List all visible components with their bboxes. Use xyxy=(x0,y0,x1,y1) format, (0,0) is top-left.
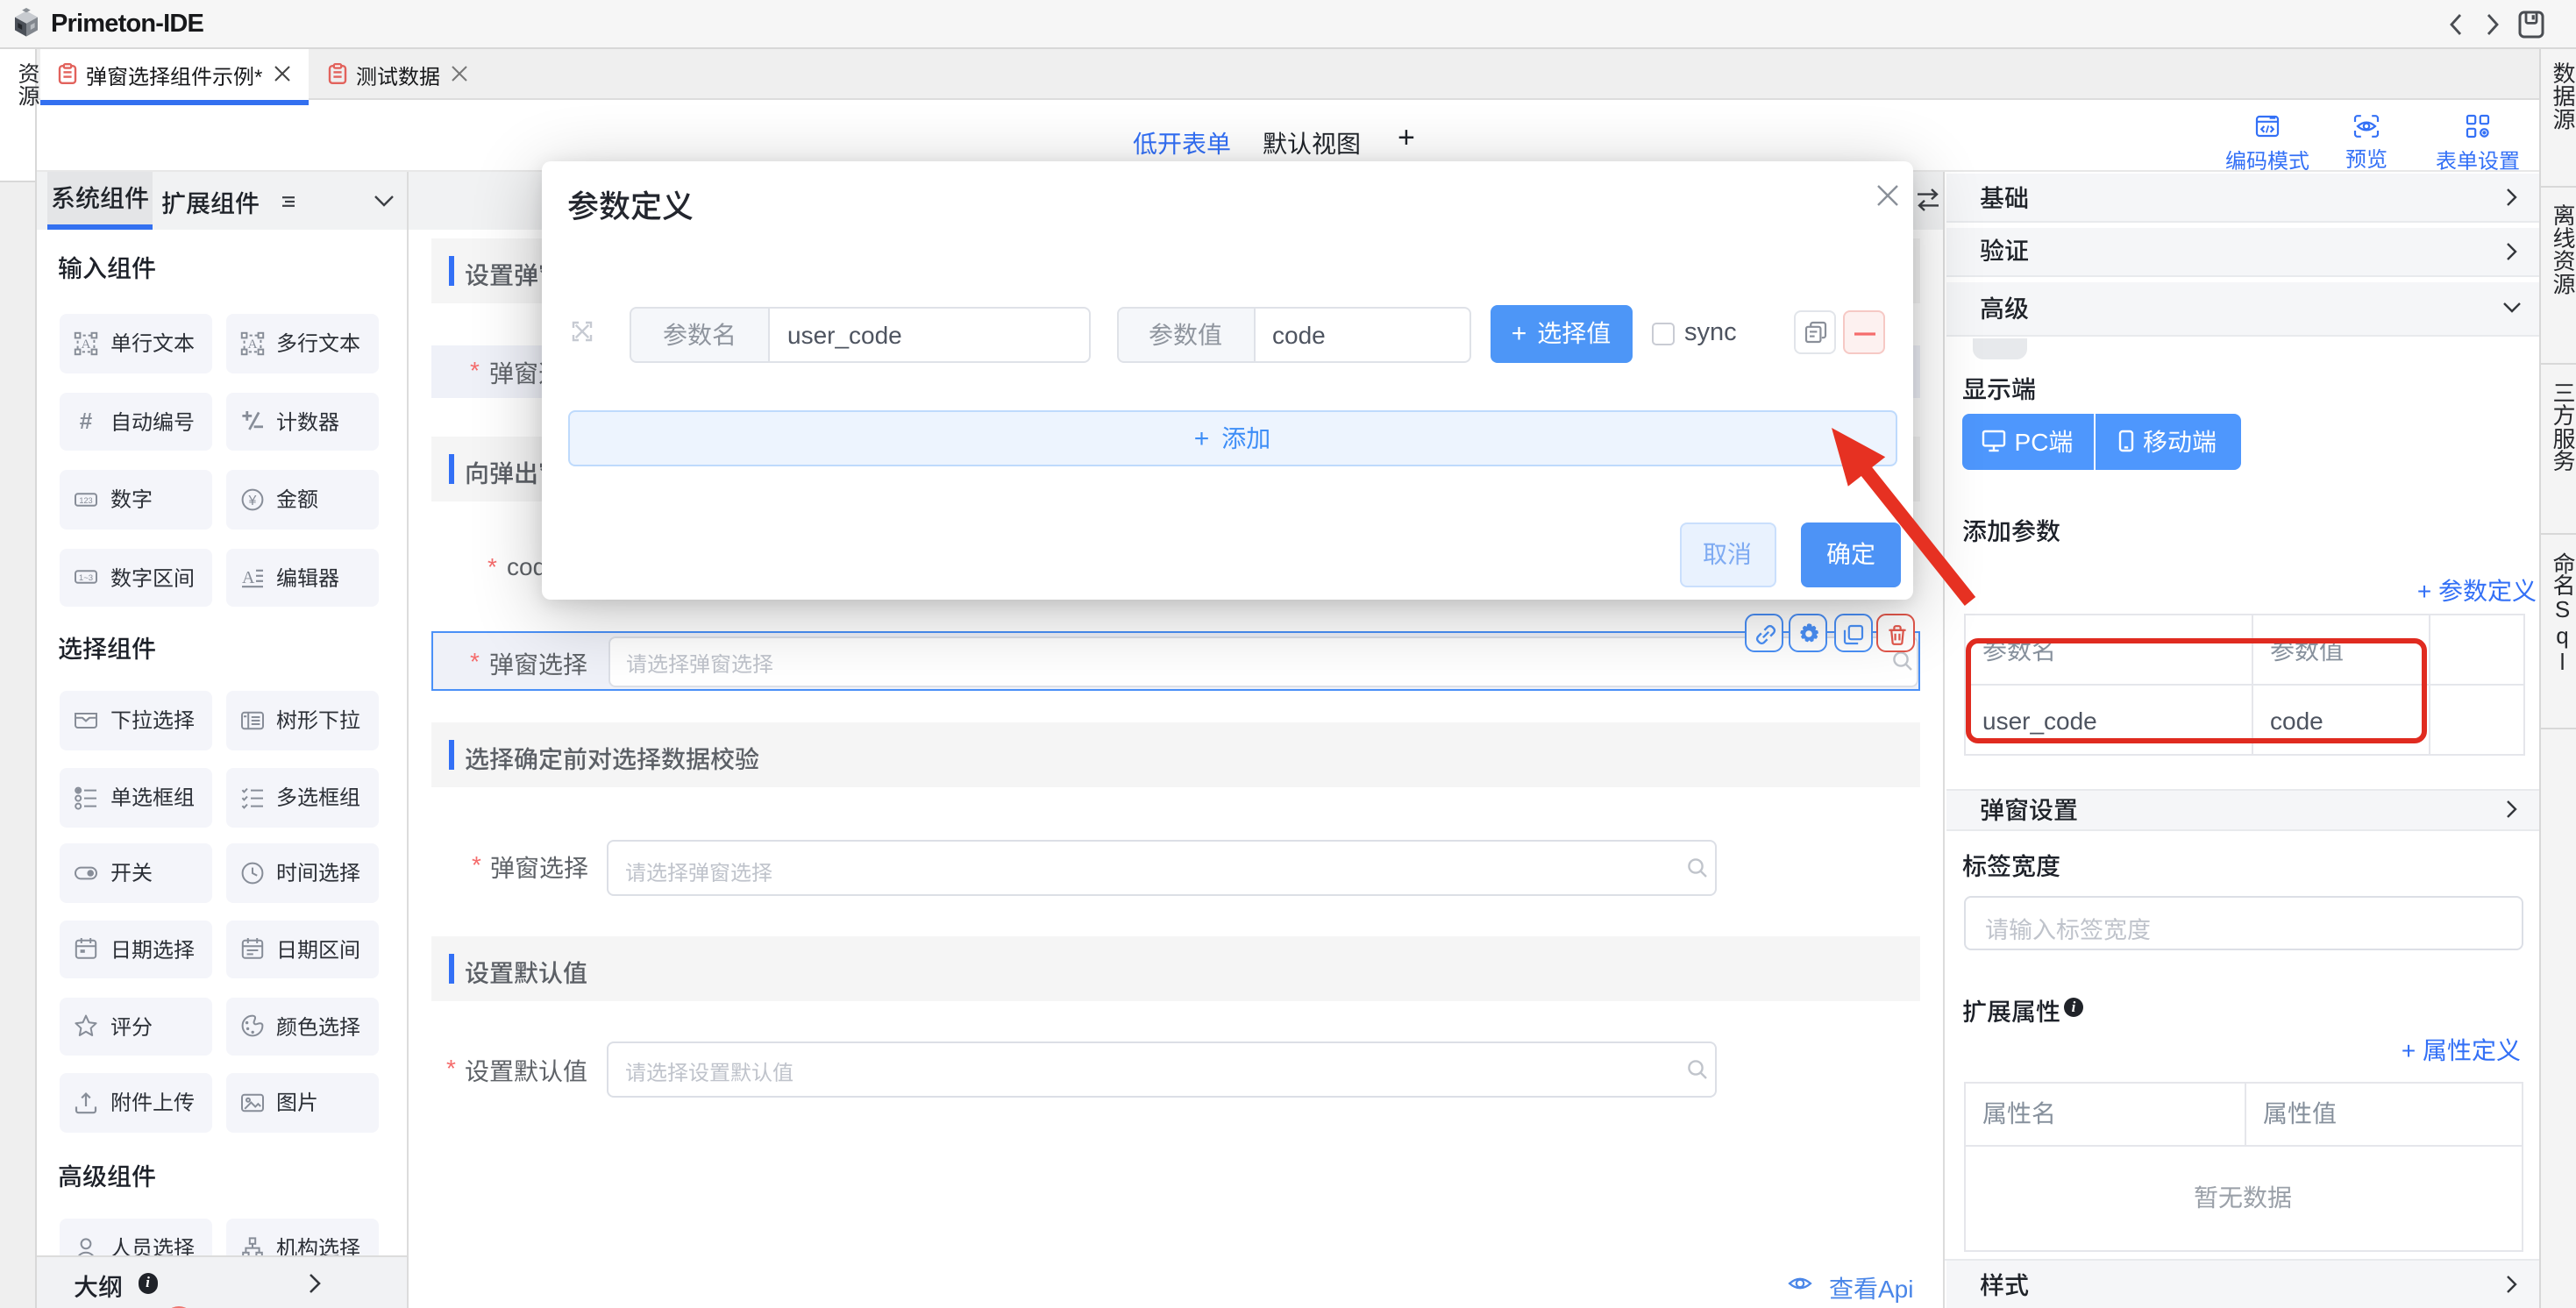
svg-text:A: A xyxy=(247,338,257,352)
svg-text:A: A xyxy=(82,338,91,352)
svg-text:A: A xyxy=(241,569,254,588)
svg-text:¥: ¥ xyxy=(247,493,256,508)
svg-text:123: 123 xyxy=(79,496,92,505)
svg-text:1~3: 1~3 xyxy=(79,573,93,583)
svg-text:#: # xyxy=(80,409,93,434)
